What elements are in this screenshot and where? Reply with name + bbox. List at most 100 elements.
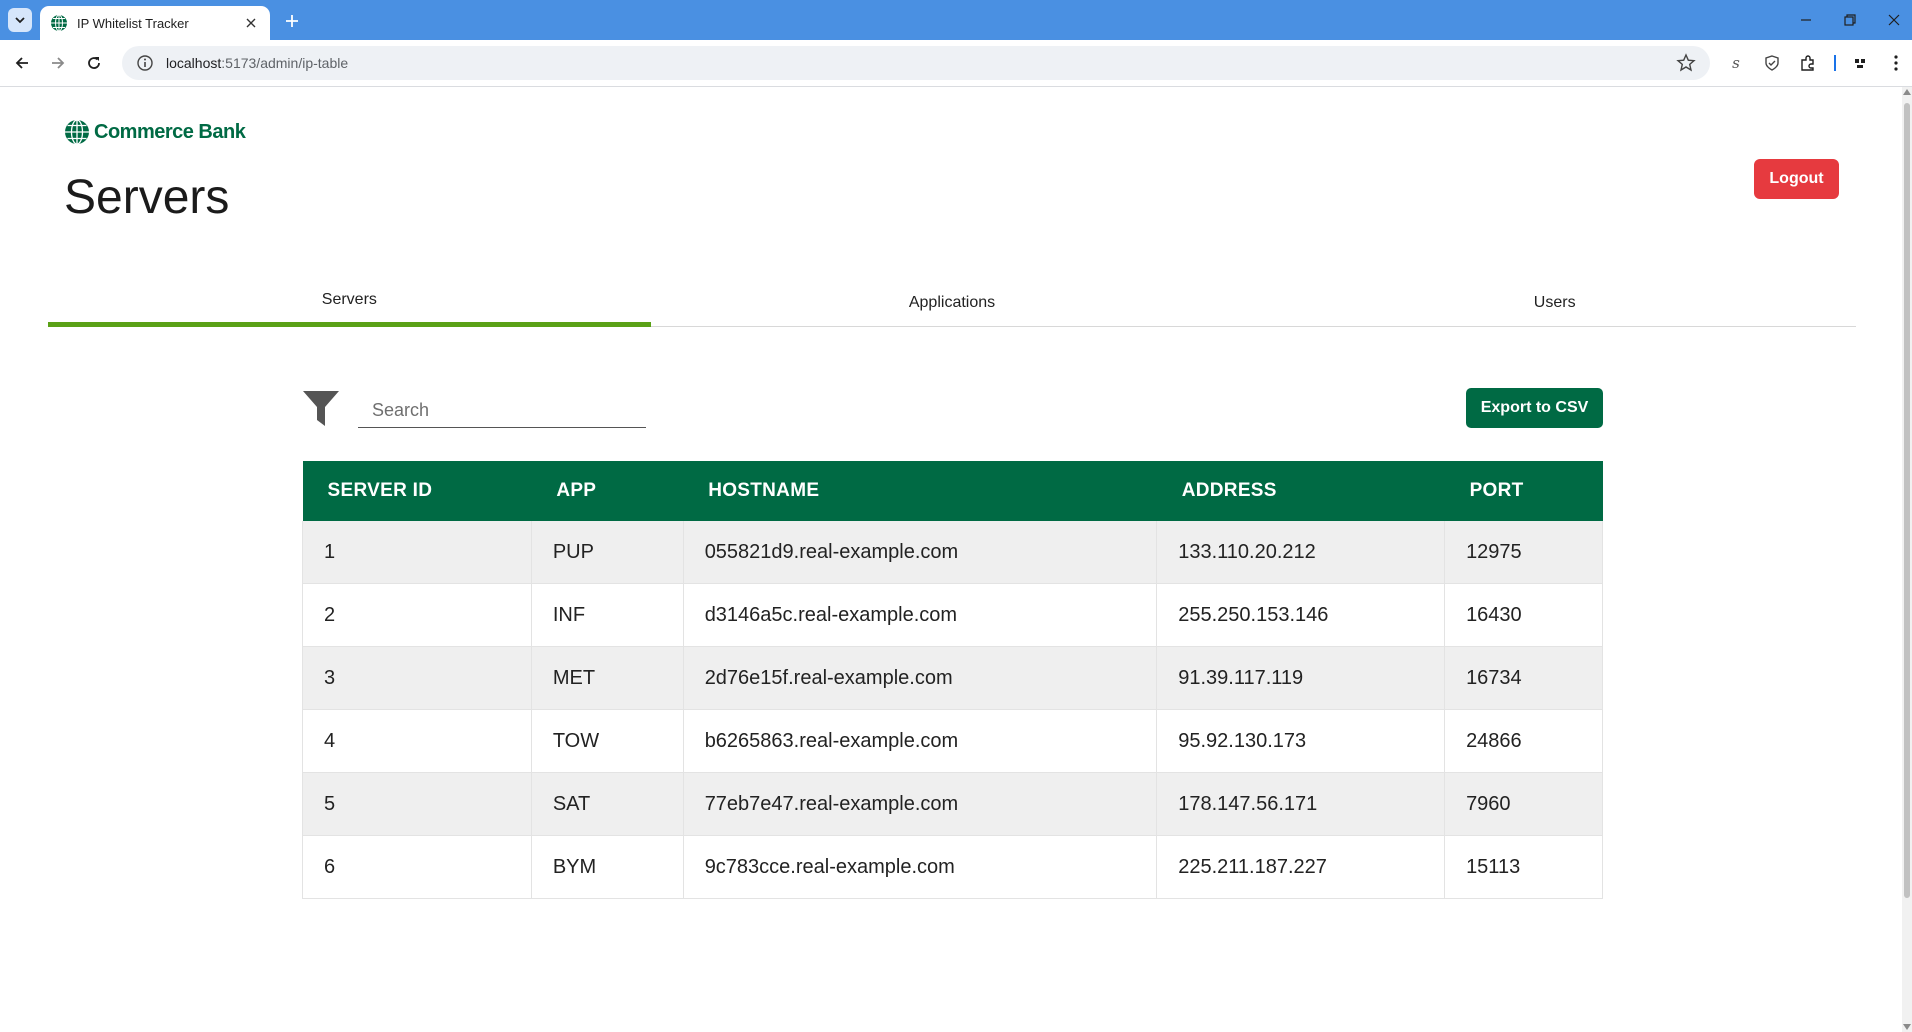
extension-s-icon: s — [1732, 54, 1740, 72]
cell-server-id: 5 — [302, 772, 532, 836]
table-row[interactable]: 4 TOW b6265863.real-example.com 95.92.13… — [302, 709, 1603, 773]
globe-logo-icon — [65, 119, 89, 145]
restore-button[interactable] — [1830, 6, 1870, 34]
column-header-server-id[interactable]: SERVER ID — [302, 461, 532, 521]
cell-address: 91.39.117.119 — [1156, 646, 1446, 710]
column-header-hostname[interactable]: HOSTNAME — [683, 461, 1157, 521]
tab-applications-label: Applications — [908, 294, 996, 311]
forward-button[interactable] — [44, 49, 72, 77]
logo-text: Commerce Bank — [94, 120, 246, 143]
extensions-button[interactable] — [1794, 49, 1822, 77]
close-tab-icon[interactable] — [242, 14, 260, 32]
scroll-down-icon[interactable] — [1903, 1024, 1911, 1030]
search-field — [358, 393, 646, 428]
bookmark-star-icon[interactable] — [1676, 53, 1696, 73]
cell-hostname: 055821d9.real-example.com — [683, 521, 1158, 584]
globe-favicon-icon — [51, 14, 67, 32]
restore-icon — [1844, 14, 1856, 26]
section-tabs: Servers Applications Users — [48, 280, 1856, 327]
cell-app: INF — [531, 583, 684, 647]
puzzle-icon — [1801, 55, 1814, 71]
browser-tabstrip: IP Whitelist Tracker — [0, 0, 1912, 40]
cell-port: 15113 — [1444, 835, 1603, 899]
table-row[interactable]: 6 BYM 9c783cce.real-example.com 225.211.… — [302, 835, 1603, 899]
scroll-up-icon[interactable] — [1903, 89, 1911, 95]
table-row[interactable]: 2 INF d3146a5c.real-example.com 255.250.… — [302, 583, 1603, 647]
profile-button[interactable] — [1846, 49, 1874, 77]
cell-address: 178.147.56.171 — [1156, 772, 1446, 836]
reload-icon — [88, 57, 100, 69]
cell-port: 16734 — [1444, 646, 1603, 710]
minimize-icon — [1801, 19, 1811, 21]
browser-toolbar: localhost:5173/admin/ip-table s — [0, 40, 1912, 87]
browser-menu-button[interactable] — [1882, 49, 1910, 77]
cell-server-id: 4 — [302, 709, 532, 773]
page-title: Servers — [64, 171, 230, 224]
cell-server-id: 6 — [302, 835, 532, 899]
scroll-thumb[interactable] — [1904, 103, 1910, 898]
profile-extension-icon — [1855, 59, 1865, 68]
table-header-row: SERVER ID APP HOSTNAME ADDRESS PORT — [302, 461, 1603, 521]
cell-address: 133.110.20.212 — [1156, 521, 1446, 584]
table-row[interactable]: 3 MET 2d76e15f.real-example.com 91.39.11… — [302, 646, 1603, 710]
cell-app: SAT — [531, 772, 684, 836]
cell-address: 95.92.130.173 — [1156, 709, 1446, 773]
plus-icon — [286, 15, 298, 27]
extension-s-button[interactable]: s — [1722, 49, 1750, 77]
cell-address: 225.211.187.227 — [1156, 835, 1446, 899]
kebab-menu-icon — [1894, 55, 1898, 71]
address-bar[interactable]: localhost:5173/admin/ip-table — [122, 46, 1710, 80]
export-csv-button[interactable]: Export to CSV — [1466, 388, 1603, 428]
cell-port: 24866 — [1444, 709, 1603, 773]
cell-hostname: 9c783cce.real-example.com — [683, 835, 1158, 899]
back-button[interactable] — [8, 49, 36, 77]
minimize-button[interactable] — [1786, 6, 1826, 34]
arrow-left-icon — [15, 57, 28, 69]
arrow-right-icon — [52, 57, 65, 69]
filter-icon[interactable] — [302, 389, 340, 427]
cell-app: BYM — [531, 835, 684, 899]
tab-servers[interactable]: Servers — [48, 280, 651, 327]
extension-shield-button[interactable] — [1758, 49, 1786, 77]
commerce-bank-logo: Commerce Bank — [64, 119, 246, 145]
servers-table: SERVER ID APP HOSTNAME ADDRESS PORT 1 PU… — [302, 461, 1603, 899]
cell-address: 255.250.153.146 — [1156, 583, 1446, 647]
url-host: localhost — [166, 55, 222, 71]
url-path: :5173/admin/ip-table — [221, 55, 349, 71]
browser-tab[interactable]: IP Whitelist Tracker — [40, 6, 270, 40]
reload-button[interactable] — [80, 49, 108, 77]
tab-search-button[interactable] — [8, 8, 32, 32]
logout-button[interactable]: Logout — [1754, 159, 1839, 199]
page-scrollbar[interactable] — [1902, 87, 1912, 1032]
cell-server-id: 2 — [302, 583, 532, 647]
tab-applications[interactable]: Applications — [651, 280, 1254, 326]
close-window-button[interactable] — [1874, 6, 1912, 34]
cell-port: 12975 — [1444, 521, 1603, 584]
tab-users[interactable]: Users — [1253, 280, 1856, 326]
search-input[interactable] — [358, 393, 646, 427]
column-header-port[interactable]: PORT — [1444, 461, 1603, 521]
cell-hostname: 2d76e15f.real-example.com — [683, 646, 1158, 710]
cell-app: TOW — [531, 709, 684, 773]
cell-app: PUP — [531, 521, 684, 584]
cell-hostname: 77eb7e47.real-example.com — [683, 772, 1158, 836]
tab-users-label: Users — [1533, 294, 1576, 311]
toolbar-divider — [1834, 55, 1836, 71]
cell-port: 16430 — [1444, 583, 1603, 647]
browser-tab-title: IP Whitelist Tracker — [77, 15, 189, 31]
column-header-app[interactable]: APP — [531, 461, 684, 521]
cell-port: 7960 — [1444, 772, 1603, 836]
close-icon — [1888, 14, 1900, 26]
new-tab-button[interactable] — [280, 9, 304, 33]
url-text: localhost:5173/admin/ip-table — [166, 55, 1676, 71]
table-row[interactable]: 1 PUP 055821d9.real-example.com 133.110.… — [302, 521, 1603, 584]
table-row[interactable]: 5 SAT 77eb7e47.real-example.com 178.147.… — [302, 772, 1603, 836]
chevron-down-icon — [15, 17, 25, 24]
column-header-address[interactable]: ADDRESS — [1156, 461, 1445, 521]
cell-server-id: 3 — [302, 646, 532, 710]
cell-server-id: 1 — [302, 521, 532, 584]
cell-hostname: b6265863.real-example.com — [683, 709, 1158, 773]
shield-icon — [1765, 55, 1779, 71]
tab-servers-label: Servers — [321, 291, 377, 308]
site-info-icon[interactable] — [136, 54, 154, 72]
